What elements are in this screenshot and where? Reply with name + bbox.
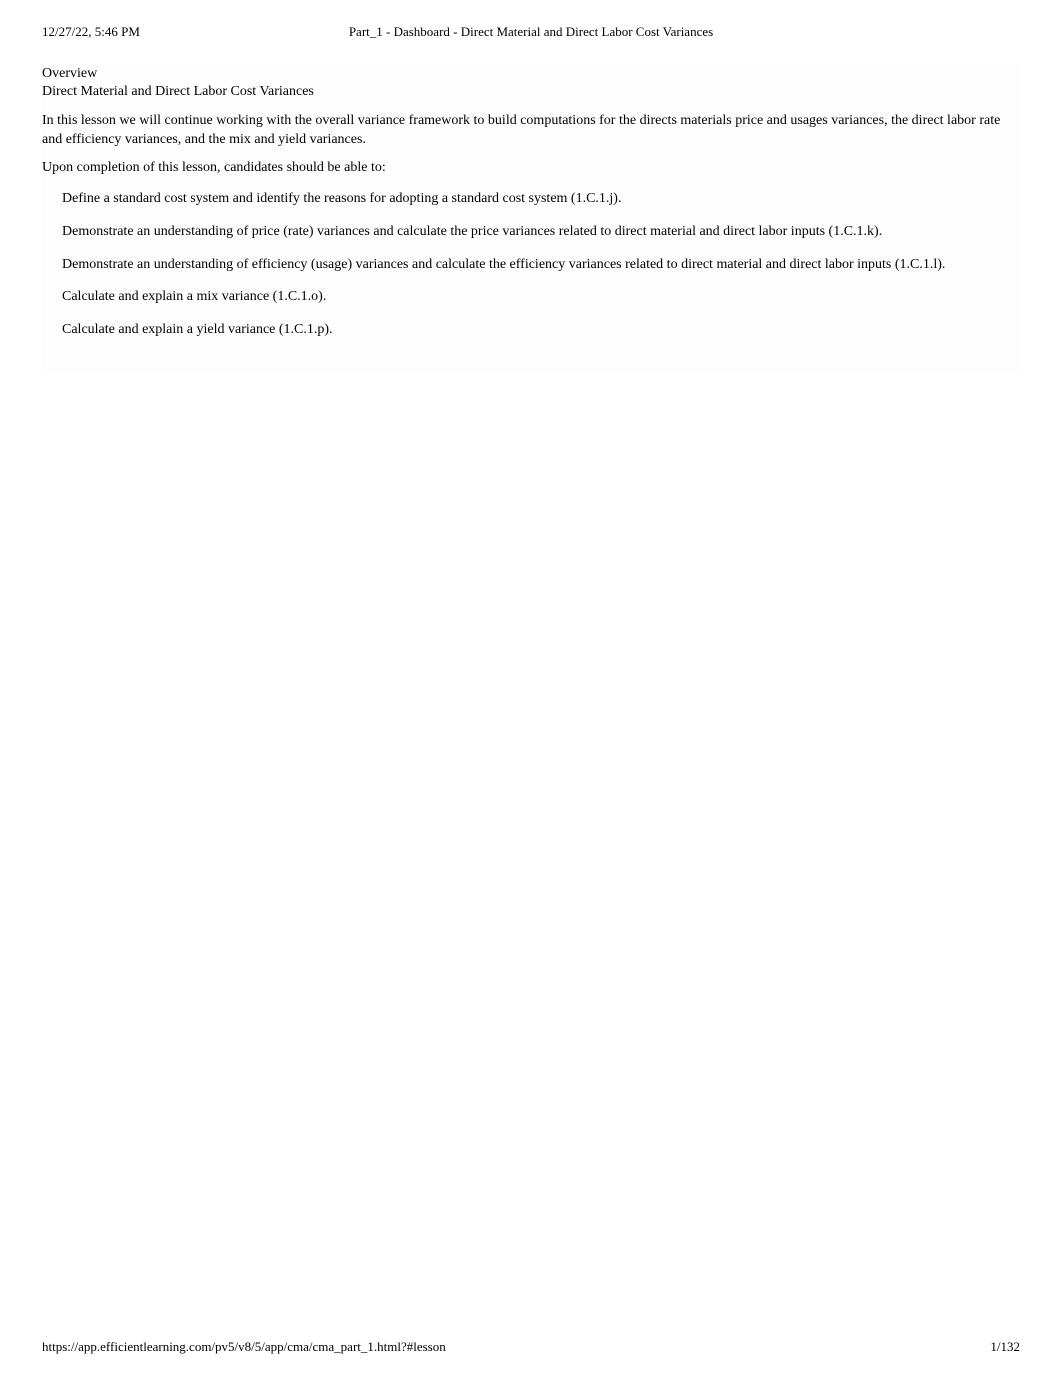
- content-block: Overview Direct Material and Direct Labo…: [42, 66, 1020, 372]
- header-timestamp: 12/27/22, 5:46 PM: [42, 24, 140, 40]
- list-item: Demonstrate an understanding of efficien…: [62, 256, 1020, 275]
- section-subheading: Direct Material and Direct Labor Cost Va…: [42, 84, 1020, 100]
- page-footer: https://app.efficientlearning.com/pv5/v8…: [42, 1339, 1020, 1355]
- list-item: Calculate and explain a mix variance (1.…: [62, 288, 1020, 307]
- page-header: 12/27/22, 5:46 PM Part_1 - Dashboard - D…: [0, 0, 1062, 48]
- intro-paragraph: In this lesson we will continue working …: [42, 112, 1020, 150]
- overview-heading: Overview: [42, 66, 1020, 82]
- header-title: Part_1 - Dashboard - Direct Material and…: [349, 24, 713, 40]
- objectives-list: Define a standard cost system and identi…: [42, 190, 1020, 340]
- list-item: Calculate and explain a yield variance (…: [62, 321, 1020, 340]
- list-item: Demonstrate an understanding of price (r…: [62, 223, 1020, 242]
- completion-text: Upon completion of this lesson, candidat…: [42, 160, 1020, 176]
- page-content: Overview Direct Material and Direct Labo…: [0, 48, 1062, 372]
- footer-page-number: 1/132: [990, 1339, 1020, 1355]
- list-item: Define a standard cost system and identi…: [62, 190, 1020, 209]
- footer-url: https://app.efficientlearning.com/pv5/v8…: [42, 1339, 446, 1355]
